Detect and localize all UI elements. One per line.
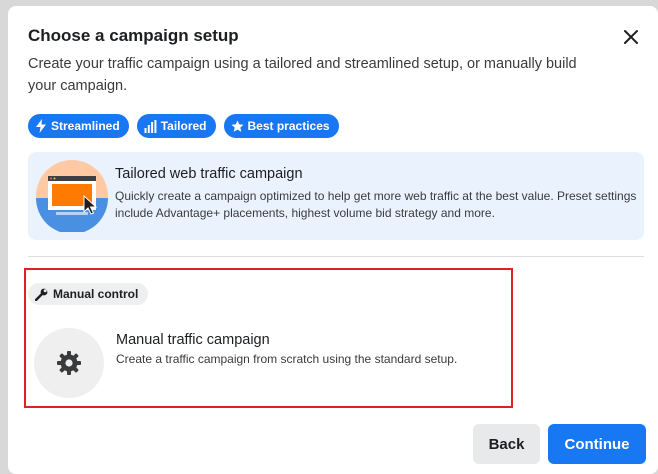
dialog-subtitle: Create your traffic campaign using a tai… [28,56,577,94]
star-icon [231,120,243,132]
back-button[interactable]: Back [473,424,540,464]
gear-icon [57,351,81,375]
close-button[interactable] [620,26,642,48]
badge-label: Best practices [247,119,330,133]
web-traffic-illustration [36,160,108,232]
wrench-icon [35,288,48,301]
dialog-title: Choose a campaign setup [28,26,239,45]
section-divider [28,256,644,257]
manual-control-badge: Manual control [28,283,149,305]
gear-icon-container [34,328,104,398]
badge-label: Streamlined [51,119,120,133]
bar-chart-icon [144,119,157,133]
close-icon [624,30,638,44]
feature-badges: Streamlined Tailored Best practices [28,114,339,138]
badge-streamlined: Streamlined [28,114,129,138]
manual-control-label: Manual control [53,287,139,301]
continue-button[interactable]: Continue [548,424,646,464]
manual-campaign-option[interactable]: Manual traffic campaign Create a traffic… [34,324,504,398]
badge-label: Tailored [160,119,207,133]
tailored-option-description: Quickly create a campaign optimized to h… [115,189,637,220]
tailored-option-title: Tailored web traffic campaign [115,166,303,182]
manual-option-title: Manual traffic campaign [116,332,270,348]
badge-best-practices: Best practices [223,114,339,138]
tailored-campaign-option[interactable]: Tailored web traffic campaign Quickly cr… [28,152,644,240]
lightning-icon [36,119,46,133]
badge-tailored: Tailored [136,114,216,138]
manual-option-description: Create a traffic campaign from scratch u… [116,352,458,366]
campaign-setup-dialog: Choose a campaign setup Create your traf… [8,6,658,474]
